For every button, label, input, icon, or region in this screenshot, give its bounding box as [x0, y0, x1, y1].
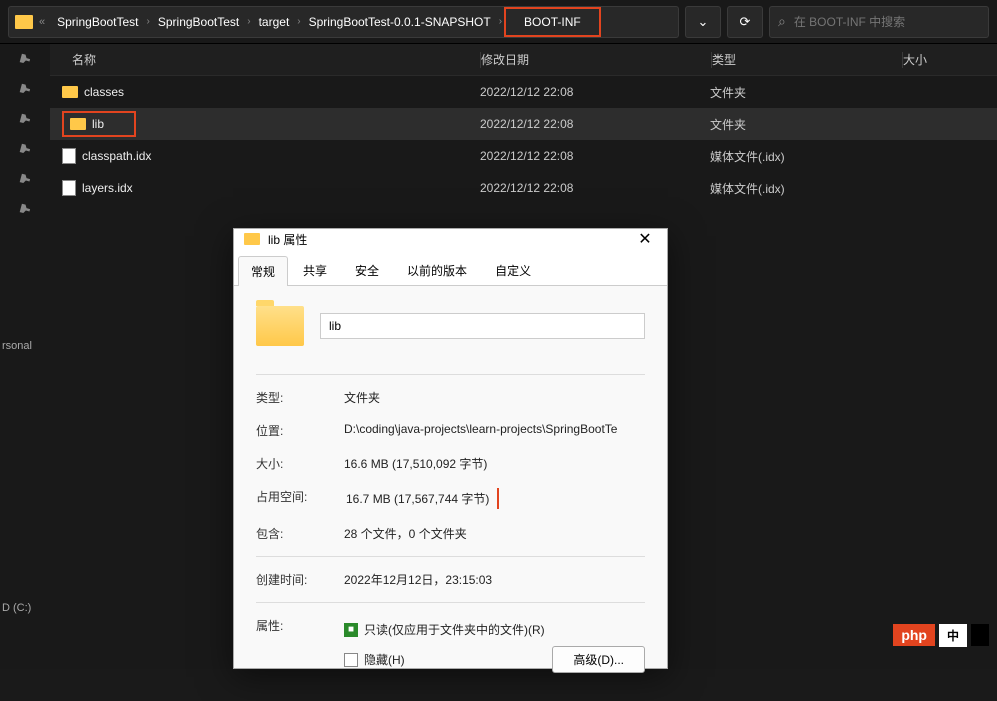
crumb-3[interactable]: SpringBootTest-0.0.1-SNAPSHOT: [303, 13, 497, 31]
search-input[interactable]: [794, 15, 980, 29]
tab-share[interactable]: 共享: [290, 255, 340, 285]
value-contains: 28 个文件，0 个文件夹: [344, 525, 645, 542]
dialog-tabs: 常规 共享 安全 以前的版本 自定义: [234, 249, 667, 286]
label-created: 创建时间:: [256, 571, 344, 588]
table-row[interactable]: classpath.idx 2022/12/12 22:08 媒体文件(.idx…: [50, 140, 997, 172]
tab-general[interactable]: 常规: [238, 256, 288, 286]
file-name: layers.idx: [82, 181, 133, 195]
file-date: 2022/12/12 22:08: [480, 117, 710, 131]
crumb-2[interactable]: target: [253, 13, 296, 31]
label-attrs: 属性:: [256, 617, 344, 677]
col-date[interactable]: 修改日期: [481, 51, 711, 68]
refresh-button[interactable]: ⟳: [727, 6, 763, 38]
dialog-title: lib 属性: [268, 231, 307, 248]
table-row[interactable]: classes 2022/12/12 22:08 文件夹: [50, 76, 997, 108]
file-type: 文件夹: [710, 116, 900, 133]
file-date: 2022/12/12 22:08: [480, 181, 710, 195]
sidebar: rsonal D (C:): [0, 44, 50, 669]
tab-custom[interactable]: 自定义: [482, 255, 544, 285]
properties-dialog: lib 属性 ✕ 常规 共享 安全 以前的版本 自定义 lib 类型:文件夹 位…: [233, 228, 668, 669]
dropdown-button[interactable]: ⌄: [685, 6, 721, 38]
value-ondisk: 16.7 MB (17,567,744 字节): [344, 488, 499, 509]
value-type: 文件夹: [344, 389, 645, 406]
file-date: 2022/12/12 22:08: [480, 85, 710, 99]
chevron-right-icon: ›: [247, 16, 250, 27]
sidebar-label: rsonal: [2, 340, 32, 352]
chevron-down-icon: ⌄: [698, 14, 709, 30]
col-size[interactable]: 大小: [903, 51, 997, 68]
crumb-1[interactable]: SpringBootTest: [152, 13, 245, 31]
search-box[interactable]: ⌕: [769, 6, 989, 38]
pin-icon[interactable]: [15, 139, 34, 158]
dialog-titlebar[interactable]: lib 属性 ✕: [234, 229, 667, 249]
label-type: 类型:: [256, 389, 344, 406]
checkbox-readonly[interactable]: ■: [344, 623, 358, 637]
watermark-text: 中: [939, 624, 967, 647]
refresh-icon: ⟳: [740, 14, 751, 30]
folder-icon: [244, 233, 260, 245]
label-contains: 包含:: [256, 525, 344, 542]
folder-icon: [15, 15, 33, 29]
label-location: 位置:: [256, 422, 344, 439]
col-name[interactable]: 名称: [50, 51, 480, 68]
file-type: 媒体文件(.idx): [710, 180, 900, 197]
dialog-body: lib 类型:文件夹 位置:D:\coding\java-projects\le…: [234, 286, 667, 701]
col-type[interactable]: 类型: [712, 51, 902, 68]
value-location: D:\coding\java-projects\learn-projects\S…: [344, 422, 645, 439]
pin-icon[interactable]: [15, 109, 34, 128]
pin-icon[interactable]: [15, 79, 34, 98]
label-readonly: 只读(仅应用于文件夹中的文件)(R): [364, 621, 545, 638]
checkbox-hidden[interactable]: [344, 653, 358, 667]
file-date: 2022/12/12 22:08: [480, 149, 710, 163]
label-ondisk: 占用空间:: [256, 488, 344, 509]
file-icon: [62, 180, 76, 196]
file-name: classpath.idx: [82, 149, 151, 163]
chevron-right-icon: ›: [147, 16, 150, 27]
pin-icon[interactable]: [15, 199, 34, 218]
close-icon[interactable]: ✕: [631, 229, 659, 249]
file-icon: [62, 148, 76, 164]
label-size: 大小:: [256, 455, 344, 472]
column-headers: 名称 修改日期 类型 大小: [50, 44, 997, 76]
file-type: 媒体文件(.idx): [710, 148, 900, 165]
breadcrumb[interactable]: « SpringBootTest › SpringBootTest › targ…: [8, 6, 679, 38]
chevron-right-icon: ›: [499, 16, 502, 27]
table-row[interactable]: lib 2022/12/12 22:08 文件夹: [50, 108, 997, 140]
label-hidden: 隐藏(H): [364, 651, 405, 668]
value-created: 2022年12月12日，23:15:03: [344, 571, 645, 588]
file-type: 文件夹: [710, 84, 900, 101]
folder-icon: [62, 86, 78, 98]
crumb-4[interactable]: BOOT-INF: [504, 7, 601, 37]
folder-icon: [70, 118, 86, 130]
file-name: classes: [84, 85, 124, 99]
folder-icon: [256, 306, 304, 346]
search-icon: ⌕: [778, 13, 786, 30]
chevron-left-icon[interactable]: «: [35, 16, 49, 28]
watermark-text: php: [893, 624, 935, 646]
chevron-right-icon: ›: [297, 16, 300, 27]
crumb-0[interactable]: SpringBootTest: [51, 13, 144, 31]
name-input[interactable]: lib: [320, 313, 645, 339]
tab-security[interactable]: 安全: [342, 255, 392, 285]
watermark: php 中: [893, 623, 989, 647]
value-size: 16.6 MB (17,510,092 字节): [344, 455, 645, 472]
file-name: lib: [92, 117, 104, 131]
pin-icon[interactable]: [15, 169, 34, 188]
sidebar-label: D (C:): [2, 602, 31, 614]
table-row[interactable]: layers.idx 2022/12/12 22:08 媒体文件(.idx): [50, 172, 997, 204]
tab-previous[interactable]: 以前的版本: [394, 255, 480, 285]
pin-icon[interactable]: [15, 49, 34, 68]
